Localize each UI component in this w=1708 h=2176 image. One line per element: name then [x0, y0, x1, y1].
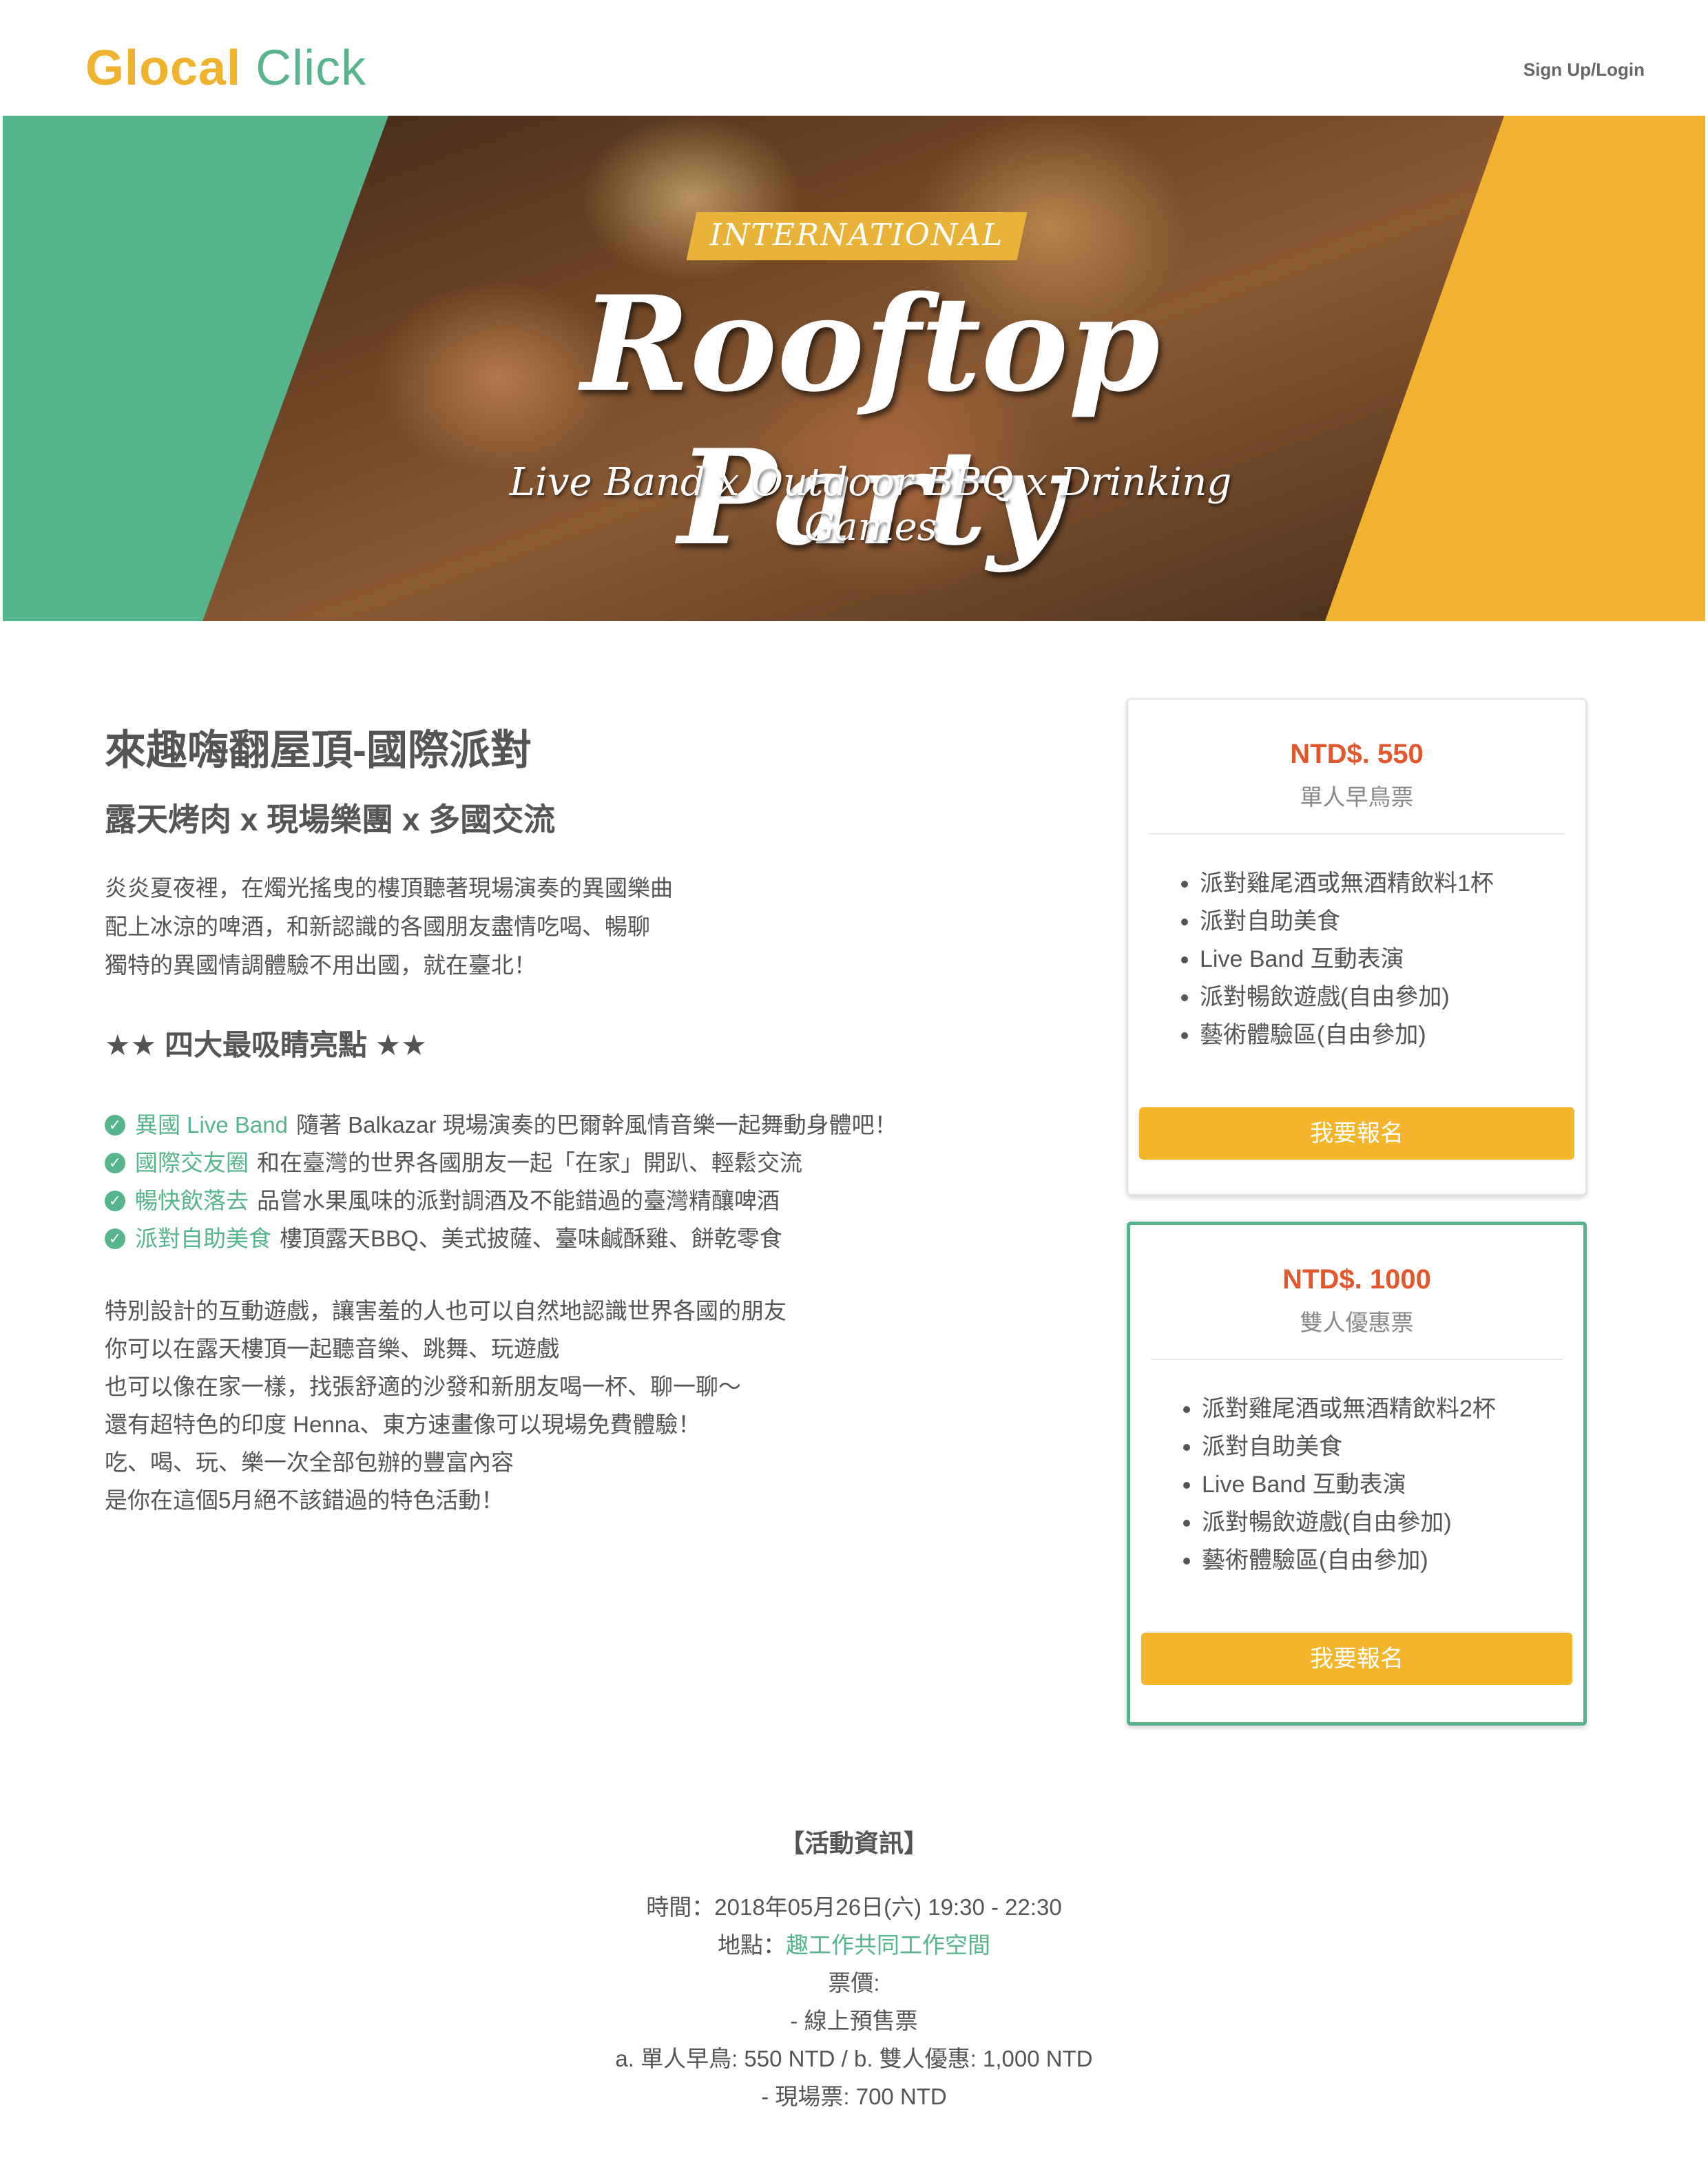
highlight-item: ✓ 暢快飲落去 品嘗水果風味的派對調酒及不能錯過的臺灣精釀啤酒 [105, 1182, 1069, 1220]
desc-line: 是你在這個5月絕不該錯過的特色活動！ [105, 1487, 504, 1513]
register-button[interactable]: 我要報名 [1139, 1107, 1574, 1160]
intro-line: 炎炎夏夜裡，在燭光搖曳的樓頂聽著現場演奏的異國樂曲 [105, 875, 673, 901]
desc-line: 還有超特色的印度 Henna、東方速畫像可以現場免費體驗！ [105, 1412, 701, 1437]
check-circle-icon: ✓ [105, 1228, 125, 1249]
divider [1151, 1359, 1563, 1360]
event-info-lines: 時間：2018年05月26日(六) 19:30 - 22:30 地點：趣工作共同… [0, 1888, 1708, 2115]
highlight-item: ✓ 異國 Live Band 隨著 Balkazar 現場演奏的巴爾幹風情音樂一… [105, 1106, 1069, 1144]
ticket-perks-list: 派對雞尾酒或無酒精飲料1杯 派對自助美食 Live Band 互動表演 派對暢飲… [1128, 865, 1585, 1054]
site-logo[interactable]: Glocal Click [85, 40, 366, 96]
highlights-heading: ★★ 四大最吸睛亮點 ★★ [105, 1029, 427, 1061]
banner-subtitle: Live Band x Outdoor BBQ x Drinking Games [509, 460, 1232, 550]
signup-login-link[interactable]: Sign Up/Login [1523, 59, 1645, 81]
perk-item: Live Band 互動表演 [1200, 941, 1585, 979]
intro-line: 配上冰涼的啤酒，和新認識的各國朋友盡情吃喝、暢聊 [105, 914, 650, 939]
site-header: Glocal Click Sign Up/Login [0, 0, 1708, 116]
event-info-heading: 【活動資訊】 [779, 1829, 928, 1857]
location-label: 地點： [718, 1932, 786, 1958]
presale-detail: a. 單人早鳥: 550 NTD / b. 雙人優惠: 1,000 NTD [615, 2046, 1093, 2071]
check-circle-icon: ✓ [105, 1152, 125, 1173]
ticket-price: NTD$. 1000 [1282, 1264, 1431, 1295]
presale-label: - 線上預售票 [790, 2008, 918, 2033]
event-subtitle: 露天烤肉 x 現場樂團 x 多國交流 [105, 802, 556, 837]
highlight-label: 異國 Live Band [135, 1112, 288, 1138]
highlight-text: 樓頂露天BBQ、美式披薩、臺味鹹酥雞、餅乾零食 [280, 1226, 782, 1251]
perk-item: Live Band 互動表演 [1202, 1466, 1583, 1504]
perk-item: 派對雞尾酒或無酒精飲料1杯 [1200, 865, 1585, 903]
highlight-label: 暢快飲落去 [135, 1188, 249, 1213]
perk-item: 派對暢飲遊戲(自由參加) [1200, 979, 1585, 1016]
door-price: - 現場票: 700 NTD [761, 2084, 947, 2109]
event-intro: 炎炎夏夜裡，在燭光搖曳的樓頂聽著現場演奏的異國樂曲 配上冰涼的啤酒，和新認識的各… [105, 869, 1069, 985]
highlight-text: 和在臺灣的世界各國朋友一起「在家」開趴、輕鬆交流 [257, 1150, 802, 1175]
highlight-text: 隨著 Balkazar 現場演奏的巴爾幹風情音樂一起舞動身體吧！ [295, 1112, 897, 1138]
event-location: 地點：趣工作共同工作空間 [0, 1926, 1708, 1964]
ticket-name: 單人早鳥票 [1300, 784, 1414, 810]
desc-line: 特別設計的互動遊戲，讓害羞的人也可以自然地認識世界各國的朋友 [105, 1298, 787, 1324]
banner-tag: INTERNATIONAL [709, 218, 1004, 253]
event-description: 來趣嗨翻屋頂-國際派對 露天烤肉 x 現場樂團 x 多國交流 炎炎夏夜裡，在燭光… [105, 723, 1069, 1519]
perk-item: 派對自助美食 [1200, 903, 1585, 941]
highlight-label: 派對自助美食 [135, 1226, 271, 1251]
check-circle-icon: ✓ [105, 1190, 125, 1211]
price-label: 票價: [828, 1970, 880, 1996]
desc-line: 你可以在露天樓頂一起聽音樂、跳舞、玩遊戲 [105, 1336, 559, 1361]
event-title: 來趣嗨翻屋頂-國際派對 [105, 727, 532, 773]
ticket-card-early-bird: NTD$. 550 單人早鳥票 派對雞尾酒或無酒精飲料1杯 派對自助美食 Liv… [1127, 698, 1587, 1195]
perk-item: 藝術體驗區(自由參加) [1202, 1542, 1583, 1580]
perk-item: 派對自助美食 [1202, 1428, 1583, 1466]
highlight-label: 國際交友圈 [135, 1150, 249, 1175]
logo-part-2: Click [256, 41, 367, 96]
highlights-list: ✓ 異國 Live Band 隨著 Balkazar 現場演奏的巴爾幹風情音樂一… [105, 1106, 1069, 1257]
perk-item: 派對雞尾酒或無酒精飲料2杯 [1202, 1390, 1583, 1428]
ticket-card-couple: NTD$. 1000 雙人優惠票 派對雞尾酒或無酒精飲料2杯 派對自助美食 Li… [1127, 1222, 1587, 1726]
ticket-name: 雙人優惠票 [1300, 1310, 1414, 1335]
divider [1149, 833, 1565, 835]
highlight-text: 品嘗水果風味的派對調酒及不能錯過的臺灣精釀啤酒 [257, 1188, 780, 1213]
desc-line: 也可以像在家一樣，找張舒適的沙發和新朋友喝一杯、聊一聊～ [105, 1374, 741, 1399]
event-info-section: 【活動資訊】 時間：2018年05月26日(六) 19:30 - 22:30 地… [0, 1826, 1708, 2115]
highlight-item: ✓ 國際交友圈 和在臺灣的世界各國朋友一起「在家」開趴、輕鬆交流 [105, 1144, 1069, 1182]
desc-line: 吃、喝、玩、樂一次全部包辦的豐富內容 [105, 1450, 514, 1475]
ticket-perks-list: 派對雞尾酒或無酒精飲料2杯 派對自助美食 Live Band 互動表演 派對暢飲… [1130, 1390, 1583, 1580]
register-button[interactable]: 我要報名 [1141, 1633, 1572, 1685]
intro-line: 獨特的異國情調體驗不用出國，就在臺北！ [105, 952, 537, 978]
hero-banner: INTERNATIONAL Rooftop Party Live Band x … [3, 116, 1705, 621]
perk-item: 派對暢飲遊戲(自由參加) [1202, 1504, 1583, 1542]
perk-item: 藝術體驗區(自由參加) [1200, 1016, 1585, 1054]
logo-part-1: Glocal [85, 41, 242, 96]
highlight-item: ✓ 派對自助美食 樓頂露天BBQ、美式披薩、臺味鹹酥雞、餅乾零食 [105, 1220, 1069, 1257]
event-details-text: 特別設計的互動遊戲，讓害羞的人也可以自然地認識世界各國的朋友 你可以在露天樓頂一… [105, 1292, 1069, 1519]
location-link[interactable]: 趣工作共同工作空間 [786, 1932, 990, 1958]
check-circle-icon: ✓ [105, 1114, 125, 1136]
event-time: 時間：2018年05月26日(六) 19:30 - 22:30 [646, 1894, 1062, 1920]
ticket-price: NTD$. 550 [1290, 739, 1424, 769]
